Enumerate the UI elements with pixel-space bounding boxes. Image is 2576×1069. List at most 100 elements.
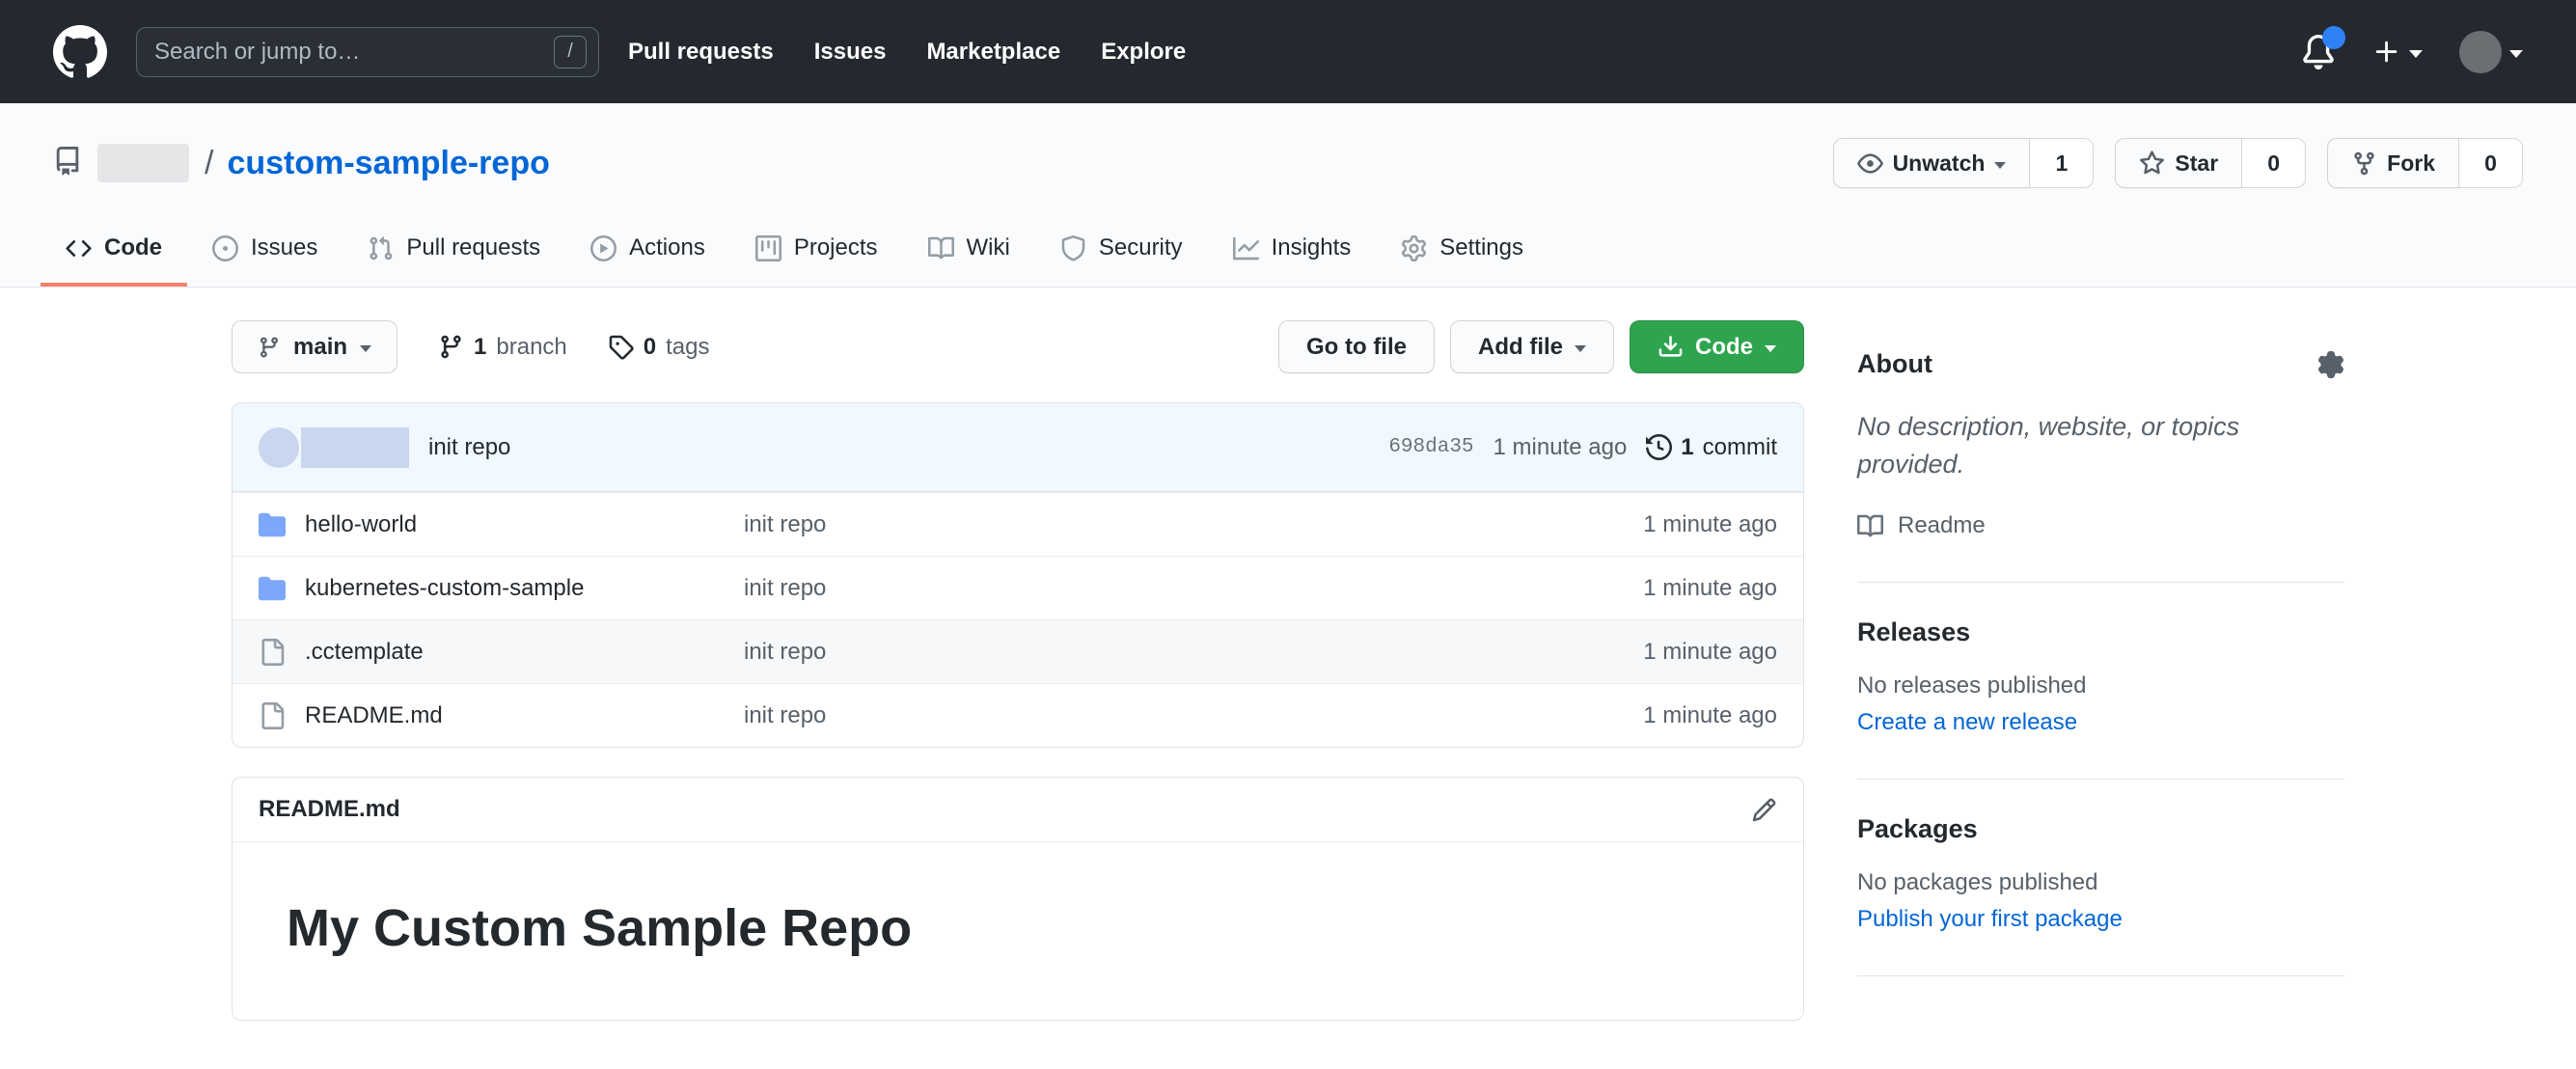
- star-count[interactable]: 0: [2242, 138, 2307, 188]
- about-title: About: [1857, 349, 1932, 378]
- create-new-button[interactable]: [2372, 38, 2423, 67]
- file-commit-time: 1 minute ago: [1643, 638, 1777, 665]
- readme-link[interactable]: Readme: [1857, 512, 2344, 539]
- file-name-link[interactable]: .cctemplate: [305, 639, 744, 666]
- commit-author-redacted[interactable]: [301, 426, 409, 468]
- chevron-down-icon: [1575, 345, 1586, 352]
- file-name-link[interactable]: kubernetes-custom-sample: [305, 575, 744, 602]
- file-name-link[interactable]: hello-world: [305, 511, 744, 538]
- file-commit-message[interactable]: init repo: [744, 511, 1643, 538]
- releases-section: Releases No releases published Create a …: [1857, 583, 2344, 736]
- project-icon: [754, 234, 781, 261]
- play-icon: [590, 234, 617, 261]
- code-icon: [66, 239, 92, 257]
- search-input[interactable]: [154, 38, 554, 66]
- tab-actions[interactable]: Actions: [565, 217, 730, 287]
- octocat-icon: [53, 24, 107, 78]
- file-browser: init repo 698da35 1 minute ago 1 commit …: [232, 402, 1804, 748]
- nav-pull-requests[interactable]: Pull requests: [628, 39, 774, 66]
- graph-icon: [1232, 236, 1259, 260]
- code-download-button[interactable]: Code: [1630, 320, 1804, 373]
- chevron-down-icon: [2409, 49, 2423, 58]
- github-logo[interactable]: [53, 24, 107, 79]
- tab-projects[interactable]: Projects: [730, 217, 903, 287]
- nav-issues[interactable]: Issues: [814, 39, 887, 66]
- edit-about-button[interactable]: [2317, 350, 2344, 378]
- file-name-link[interactable]: README.md: [305, 702, 744, 729]
- slash-key-hint: /: [554, 35, 587, 69]
- releases-title: Releases: [1857, 617, 1971, 647]
- table-row[interactable]: .cctemplate init repo 1 minute ago: [233, 619, 1803, 683]
- repo-owner-redacted[interactable]: [97, 144, 189, 182]
- file-navigation: main 1 branch 0 tags Go to file Add file: [232, 320, 1804, 373]
- file-commit-message[interactable]: init repo: [744, 702, 1643, 729]
- main-content: main 1 branch 0 tags Go to file Add file: [232, 288, 2344, 1021]
- sidebar: About No description, website, or topics…: [1857, 320, 2344, 1021]
- plus-icon: [2375, 41, 2398, 62]
- chevron-down-icon: [1994, 161, 2007, 169]
- watch-count[interactable]: 1: [2030, 138, 2095, 188]
- nav-explore[interactable]: Explore: [1101, 39, 1186, 66]
- commit-hash-link[interactable]: 698da35: [1388, 436, 1473, 458]
- edit-readme-button[interactable]: [1751, 797, 1777, 823]
- commit-history-link[interactable]: 1 commit: [1646, 434, 1777, 461]
- folder-icon: [259, 576, 286, 600]
- pencil-icon: [1752, 798, 1776, 821]
- branches-link[interactable]: 1 branch: [438, 334, 567, 361]
- fork-count[interactable]: 0: [2459, 138, 2523, 188]
- fork-button[interactable]: Fork: [2327, 138, 2459, 188]
- tab-security[interactable]: Security: [1035, 217, 1208, 287]
- repo-name-link[interactable]: custom-sample-repo: [227, 145, 549, 182]
- user-menu[interactable]: [2459, 30, 2523, 73]
- breadcrumb-separator: /: [205, 144, 214, 181]
- gear-icon: [2318, 350, 2343, 378]
- git-branch-icon: [260, 337, 278, 358]
- table-row[interactable]: hello-world init repo 1 minute ago: [233, 492, 1803, 556]
- commit-author-avatar[interactable]: [259, 426, 299, 468]
- shield-icon: [1061, 234, 1085, 260]
- eye-icon: [1856, 152, 1883, 174]
- readme-filename: README.md: [259, 796, 400, 822]
- tab-issues[interactable]: Issues: [187, 217, 343, 287]
- file-commit-time: 1 minute ago: [1643, 574, 1777, 601]
- publish-package-link[interactable]: Publish your first package: [1857, 906, 2123, 933]
- book-icon: [1857, 514, 1883, 537]
- search-box[interactable]: /: [136, 26, 599, 77]
- tab-wiki[interactable]: Wiki: [903, 217, 1035, 287]
- commit-message-link[interactable]: init repo: [428, 434, 510, 461]
- nav-marketplace[interactable]: Marketplace: [926, 39, 1060, 66]
- file-commit-time: 1 minute ago: [1643, 701, 1777, 728]
- file-commit-message[interactable]: init repo: [744, 575, 1643, 602]
- tab-code[interactable]: Code: [41, 217, 187, 287]
- readme-content: My Custom Sample Repo: [233, 842, 1803, 1020]
- tab-insights[interactable]: Insights: [1208, 217, 1377, 287]
- tab-pull-requests[interactable]: Pull requests: [343, 217, 565, 287]
- folder-icon: [259, 512, 286, 536]
- avatar: [2459, 30, 2502, 73]
- create-release-link[interactable]: Create a new release: [1857, 709, 2077, 736]
- unwatch-button[interactable]: Unwatch: [1832, 138, 2031, 188]
- chevron-down-icon: [1765, 345, 1776, 352]
- fork-group: Fork 0: [2327, 138, 2523, 188]
- repo-tabs: Code Issues Pull requests Actions Projec…: [0, 217, 2576, 287]
- star-button[interactable]: Star: [2115, 138, 2243, 188]
- file-commit-message[interactable]: init repo: [744, 639, 1643, 666]
- issue-opened-icon: [212, 234, 238, 261]
- table-row[interactable]: kubernetes-custom-sample init repo 1 min…: [233, 556, 1803, 619]
- notifications-button[interactable]: [2301, 25, 2345, 69]
- branch-select-button[interactable]: main: [232, 320, 398, 373]
- tab-settings[interactable]: Settings: [1376, 217, 1548, 287]
- star-icon: [2140, 150, 2165, 174]
- latest-commit-bar: init repo 698da35 1 minute ago 1 commit: [233, 403, 1803, 492]
- github-repo-page: / Pull requests Issues Marketplace Explo…: [0, 0, 2576, 1069]
- notification-dot: [2322, 25, 2345, 49]
- releases-empty-text: No releases published: [1857, 672, 2087, 699]
- add-file-button[interactable]: Add file: [1450, 320, 1614, 373]
- go-to-file-button[interactable]: Go to file: [1278, 320, 1435, 373]
- packages-section: Packages No packages published Publish y…: [1857, 780, 2344, 933]
- repo-icon: [53, 146, 82, 180]
- file-icon: [261, 701, 285, 729]
- tags-link[interactable]: 0 tags: [608, 334, 710, 361]
- table-row[interactable]: README.md init repo 1 minute ago: [233, 683, 1803, 747]
- book-icon: [927, 236, 954, 259]
